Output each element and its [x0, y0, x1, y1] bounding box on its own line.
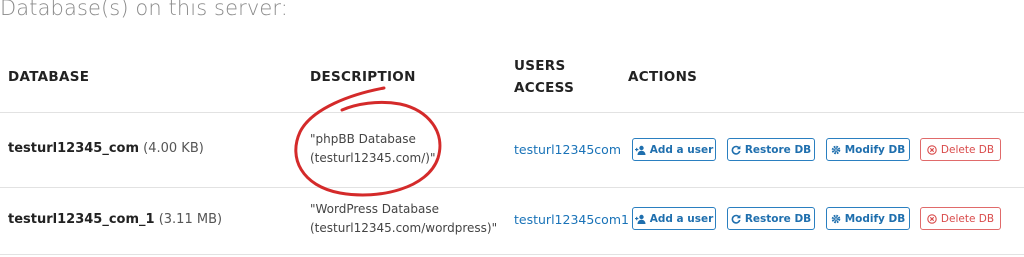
user-plus-icon — [634, 214, 646, 224]
delete-db-label: Delete DB — [940, 212, 995, 225]
description-line2: (testurl12345.com/wordpress)" — [310, 221, 498, 235]
delete-db-button[interactable]: Delete DB — [920, 138, 1001, 161]
page-title: Database(s) on this server: — [0, 0, 288, 20]
restore-db-button[interactable]: Restore DB — [727, 207, 815, 230]
modify-db-button[interactable]: Modify DB — [826, 138, 910, 161]
column-header-description: DESCRIPTION — [310, 69, 416, 85]
delete-db-button[interactable]: Delete DB — [920, 207, 1001, 230]
description-line1: "WordPress Database — [310, 202, 440, 216]
restore-db-label: Restore DB — [744, 143, 812, 156]
column-header-database: DATABASE — [8, 69, 90, 85]
table-row: testurl12345_com (4.00 KB) "phpBB Databa… — [0, 113, 1024, 187]
database-name-cell: testurl12345_com_1 (3.11 MB) — [8, 212, 222, 227]
database-name: testurl12345_com — [8, 141, 140, 156]
user-plus-icon — [634, 145, 646, 155]
modify-db-label: Modify DB — [844, 212, 906, 225]
users-access-link[interactable]: testurl12345com1 — [514, 212, 629, 227]
gear-icon — [831, 145, 841, 155]
modify-db-label: Modify DB — [844, 143, 906, 156]
database-size: (3.11 MB) — [158, 212, 223, 227]
modify-db-button[interactable]: Modify DB — [826, 207, 910, 230]
database-name-cell: testurl12345_com (4.00 KB) — [8, 141, 204, 156]
gear-icon — [831, 214, 841, 224]
column-header-users-line2: ACCESS — [514, 80, 575, 96]
add-user-label: Add a user — [649, 143, 714, 156]
column-header-users-access: USERS ACCESS — [514, 55, 594, 99]
delete-db-label: Delete DB — [940, 143, 995, 156]
refresh-icon — [731, 214, 741, 224]
restore-db-label: Restore DB — [744, 212, 812, 225]
column-header-actions: ACTIONS — [628, 69, 698, 85]
database-description: "phpBB Database (testurl12345.com/)" — [310, 130, 435, 168]
add-user-button[interactable]: Add a user — [632, 207, 716, 230]
refresh-icon — [731, 145, 741, 155]
restore-db-button[interactable]: Restore DB — [727, 138, 815, 161]
database-name: testurl12345_com_1 — [8, 212, 155, 227]
database-size: (4.00 KB) — [143, 141, 204, 156]
description-line1: "phpBB Database — [310, 132, 416, 146]
description-line2: (testurl12345.com/)" — [310, 151, 436, 165]
add-user-label: Add a user — [649, 212, 714, 225]
column-header-users-line1: USERS — [514, 58, 566, 74]
database-description: "WordPress Database (testurl12345.com/wo… — [310, 200, 497, 238]
add-user-button[interactable]: Add a user — [632, 138, 716, 161]
table-divider — [0, 254, 1024, 255]
users-access-link[interactable]: testurl12345com — [514, 142, 621, 157]
cancel-circle-icon — [927, 144, 937, 155]
cancel-circle-icon — [927, 213, 937, 224]
table-row: testurl12345_com_1 (3.11 MB) "WordPress … — [0, 188, 1024, 254]
